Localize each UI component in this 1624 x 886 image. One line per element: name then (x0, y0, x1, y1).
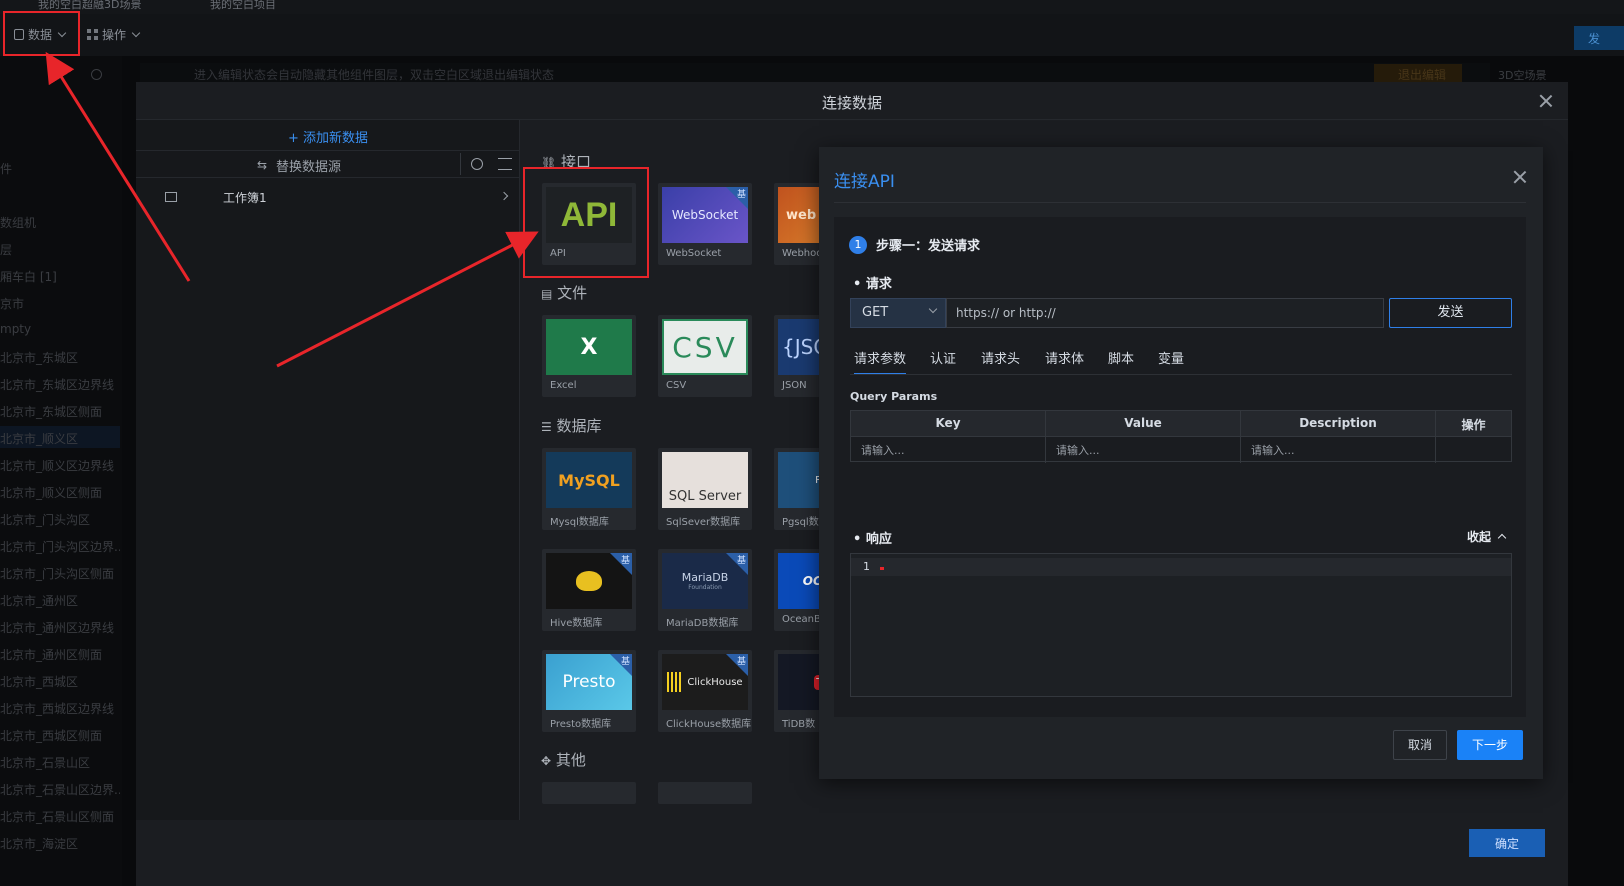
annotation-arrow-icon (276, 231, 539, 368)
annotation-arrow-icon (45, 51, 191, 282)
annotation-arrows (45, 51, 539, 368)
